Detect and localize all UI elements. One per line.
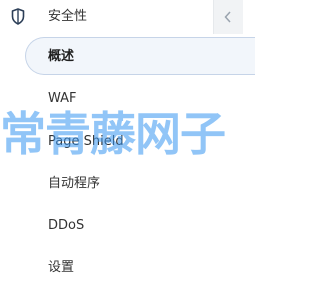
menu-item-page-shield[interactable]: Page Shield: [0, 122, 243, 162]
shield-icon: [11, 8, 25, 25]
menu-item-label: 设置: [48, 260, 75, 275]
menu-item-settings[interactable]: 设置: [0, 248, 243, 288]
section-header-security[interactable]: 安全性: [0, 0, 243, 38]
menu-item-ddos[interactable]: DDoS: [0, 206, 243, 246]
chevron-left-icon: [224, 11, 231, 23]
menu-item-label: WAF: [48, 91, 77, 106]
collapse-button[interactable]: [213, 0, 243, 34]
menu-item-label: 概述: [48, 49, 75, 64]
menu-item-bots[interactable]: 自动程序: [0, 164, 243, 204]
section-title: 安全性: [48, 9, 88, 24]
menu-item-label: Page Shield: [48, 134, 124, 149]
menu-item-label: DDoS: [48, 218, 85, 233]
menu-item-waf[interactable]: WAF: [0, 79, 243, 119]
menu-item-label: 自动程序: [48, 176, 101, 191]
sidebar: 安全性 概述 WAF Page Shield 自动程序 DDoS 设置 常青藤网…: [0, 0, 255, 290]
menu-item-overview[interactable]: 概述: [0, 37, 255, 77]
